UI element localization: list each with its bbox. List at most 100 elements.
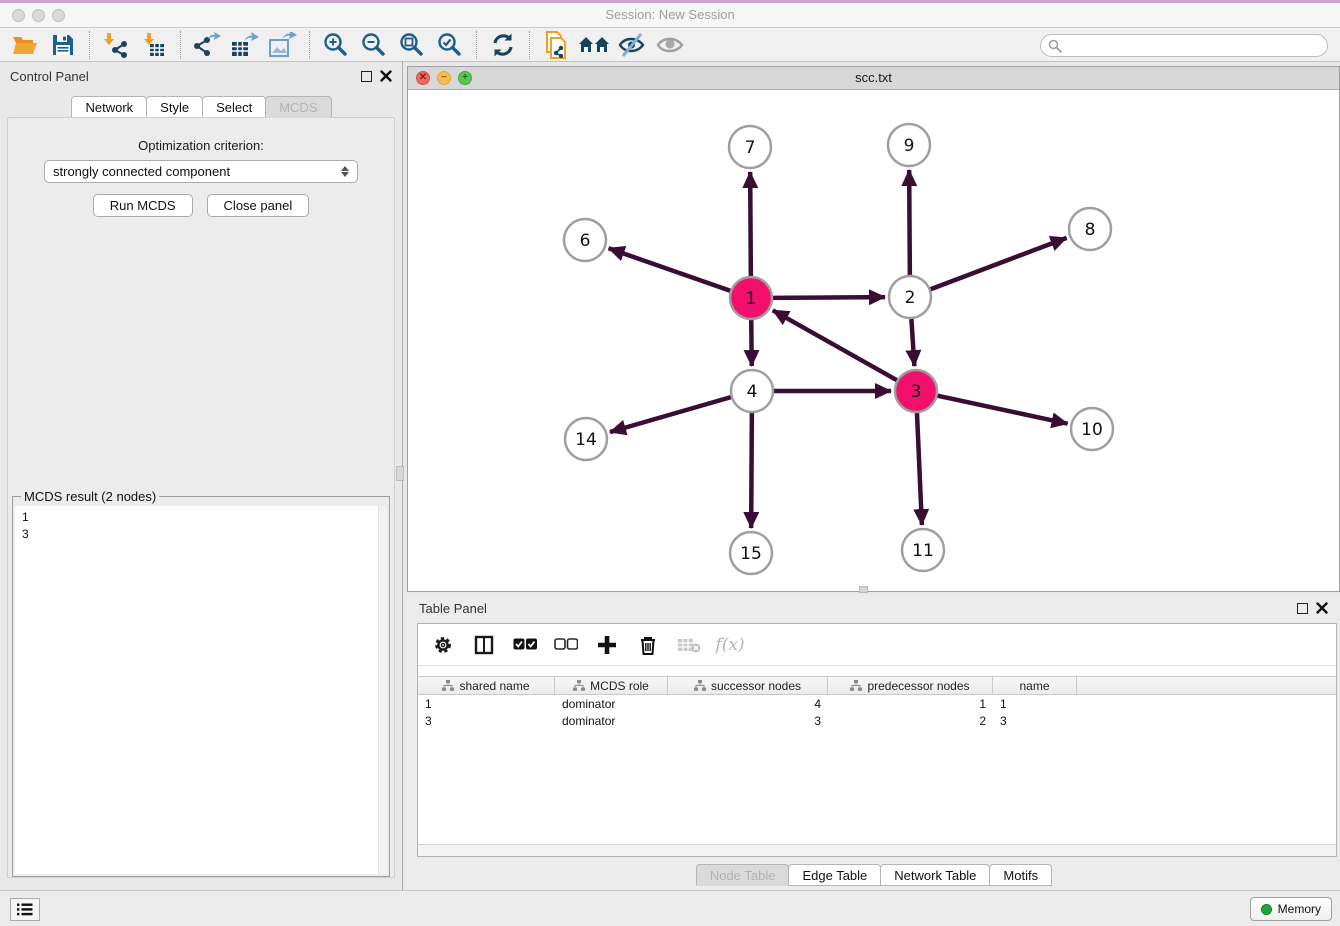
graph-node-7[interactable]: 7	[729, 126, 771, 168]
criterion-dropdown-value: strongly connected component	[53, 164, 230, 179]
table-cell: 1	[993, 697, 1077, 711]
column-header-shared-name[interactable]: shared name	[418, 677, 555, 694]
export-table-button[interactable]	[226, 30, 264, 60]
table-panel-tabs: Node TableEdge TableNetwork TableMotifs	[407, 864, 1340, 886]
first-neighbors-button[interactable]	[575, 30, 613, 60]
export-network-button[interactable]	[188, 30, 226, 60]
graph-node-2[interactable]: 2	[889, 276, 931, 318]
close-table-panel-icon[interactable]	[1316, 602, 1328, 614]
graph-node-10[interactable]: 10	[1071, 408, 1113, 450]
result-scrollbar[interactable]	[378, 506, 387, 874]
column-header-successor-nodes[interactable]: successor nodes	[668, 677, 828, 694]
table-settings-button[interactable]	[430, 632, 456, 658]
delete-columns-button[interactable]	[635, 632, 661, 658]
add-column-button[interactable]	[594, 632, 620, 658]
tab-motifs[interactable]: Motifs	[989, 864, 1052, 886]
zoom-fit-button[interactable]	[393, 30, 431, 60]
main-toolbar	[0, 28, 1340, 62]
graph-node-15[interactable]: 15	[730, 532, 772, 574]
memory-button[interactable]: Memory	[1250, 897, 1332, 921]
search-field[interactable]	[1040, 34, 1328, 57]
save-floppy-icon	[51, 33, 75, 57]
clone-network-button[interactable]	[537, 30, 575, 60]
graph-node-14[interactable]: 14	[565, 418, 607, 460]
tab-network-table[interactable]: Network Table	[880, 864, 990, 886]
import-table-button[interactable]	[135, 30, 173, 60]
graph-node-3[interactable]: 3	[895, 370, 937, 412]
refresh-button[interactable]	[484, 30, 522, 60]
edge-2-8[interactable]	[931, 238, 1067, 289]
list-icon	[17, 903, 33, 916]
save-session-button[interactable]	[44, 30, 82, 60]
table-row[interactable]: 1dominator411	[418, 695, 1336, 712]
tab-node-table[interactable]: Node Table	[696, 864, 790, 886]
graph-node-8[interactable]: 8	[1069, 208, 1111, 250]
network-resize-handle[interactable]	[859, 586, 868, 593]
delete-table-button[interactable]	[676, 632, 702, 658]
show-column-panel-button[interactable]	[471, 632, 497, 658]
hide-selected-button[interactable]	[613, 30, 651, 60]
edge-2-9[interactable]	[909, 170, 910, 275]
search-input[interactable]	[1066, 39, 1327, 53]
zoom-in-button[interactable]	[317, 30, 355, 60]
toolbar-separator	[529, 31, 530, 59]
graph-node-4[interactable]: 4	[731, 370, 773, 412]
table-panel-header: Table Panel	[407, 595, 1340, 621]
select-all-columns-button[interactable]	[512, 632, 538, 658]
edge-3-11[interactable]	[917, 413, 922, 525]
memory-label: Memory	[1278, 902, 1321, 916]
table-cell: 2	[828, 714, 993, 728]
export-image-button[interactable]	[264, 30, 302, 60]
tab-mcds[interactable]: MCDS	[265, 96, 331, 118]
zoom-out-button[interactable]	[355, 30, 393, 60]
edge-2-3[interactable]	[911, 319, 914, 366]
criterion-dropdown[interactable]: strongly connected component	[44, 160, 358, 183]
zoom-selected-button[interactable]	[431, 30, 469, 60]
checked-boxes-icon	[513, 638, 537, 651]
delete-table-icon	[677, 637, 701, 653]
tab-select[interactable]: Select	[202, 96, 266, 118]
graph-node-6[interactable]: 6	[564, 219, 606, 261]
fx-icon: f(x)	[715, 635, 744, 655]
tab-style[interactable]: Style	[146, 96, 203, 118]
edge-4-15[interactable]	[751, 413, 752, 528]
float-table-panel-icon[interactable]	[1297, 603, 1308, 614]
tab-edge-table[interactable]: Edge Table	[788, 864, 881, 886]
edge-1-6[interactable]	[609, 248, 731, 290]
edge-1-7[interactable]	[750, 172, 751, 276]
graph-node-11[interactable]: 11	[902, 529, 944, 571]
svg-text:7: 7	[745, 138, 756, 158]
task-history-button[interactable]	[10, 898, 40, 921]
close-panel-button[interactable]: Close panel	[207, 194, 310, 217]
edge-3-10[interactable]	[938, 396, 1068, 424]
column-header-name[interactable]: name	[993, 677, 1077, 694]
optimization-criterion-label: Optimization criterion:	[8, 138, 394, 153]
export-image-icon	[268, 32, 298, 58]
panel-splitter-handle[interactable]	[396, 466, 404, 481]
hide-eye-icon	[617, 32, 647, 58]
import-network-button[interactable]	[97, 30, 135, 60]
close-panel-icon[interactable]	[380, 70, 392, 82]
edge-1-2[interactable]	[773, 297, 885, 298]
table-row[interactable]: 3dominator323	[418, 712, 1336, 729]
show-all-button[interactable]	[651, 30, 689, 60]
unselect-all-columns-button[interactable]	[553, 632, 579, 658]
control-panel-title: Control Panel	[10, 69, 89, 84]
open-folder-icon	[12, 33, 38, 57]
float-panel-icon[interactable]	[361, 71, 372, 82]
graph-node-9[interactable]: 9	[888, 124, 930, 166]
run-mcds-button[interactable]: Run MCDS	[93, 194, 193, 217]
open-session-button[interactable]	[6, 30, 44, 60]
tab-network[interactable]: Network	[71, 96, 147, 118]
mcds-result-list[interactable]: 1 3	[15, 506, 378, 874]
column-header-predecessor-nodes[interactable]: predecessor nodes	[828, 677, 993, 694]
graph-node-1[interactable]: 1	[730, 277, 772, 319]
column-header-MCDS-role[interactable]: MCDS role	[555, 677, 668, 694]
edge-3-1[interactable]	[773, 310, 897, 380]
edge-4-14[interactable]	[610, 397, 731, 432]
network-canvas[interactable]: 7 9 6 8 1 2 4 3 14 10 15 11	[408, 90, 1339, 591]
control-panel-header: Control Panel	[0, 62, 402, 90]
table-horizontal-scrollbar[interactable]	[418, 844, 1336, 856]
function-builder-button[interactable]: f(x)	[717, 632, 743, 658]
network-window-titlebar[interactable]: ✕ − + scc.txt	[408, 67, 1339, 90]
